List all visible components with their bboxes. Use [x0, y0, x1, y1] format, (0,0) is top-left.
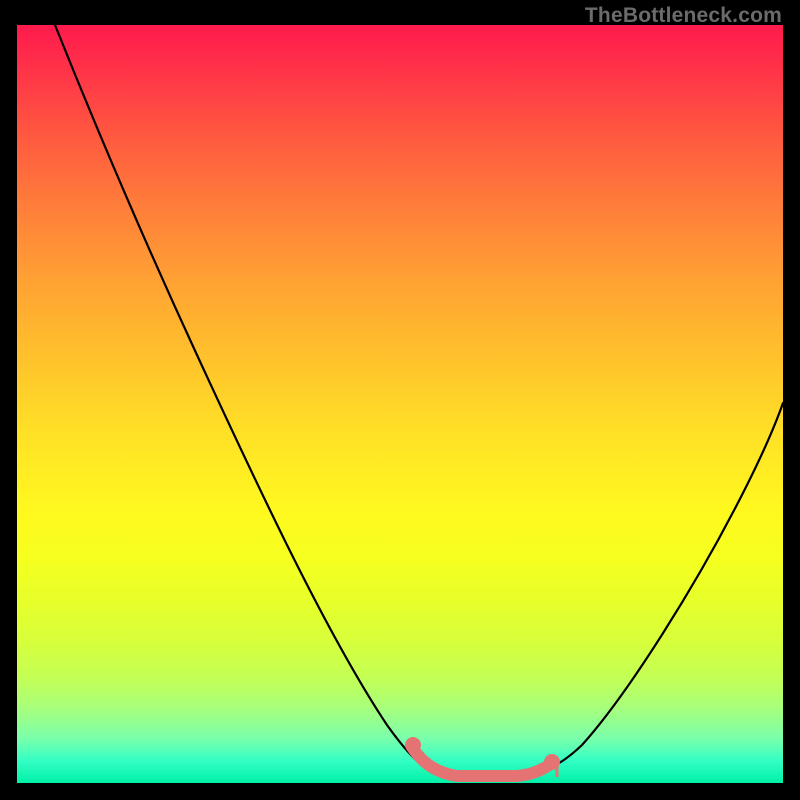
- chart-stage: TheBottleneck.com: [0, 0, 800, 800]
- axis-tick-right: [556, 765, 559, 777]
- plot-area: [17, 25, 783, 783]
- optimal-range-start-dot: [405, 737, 421, 753]
- bottleneck-curve: [55, 25, 783, 777]
- curve-layer: [17, 25, 783, 783]
- optimal-range-highlight: [412, 747, 549, 776]
